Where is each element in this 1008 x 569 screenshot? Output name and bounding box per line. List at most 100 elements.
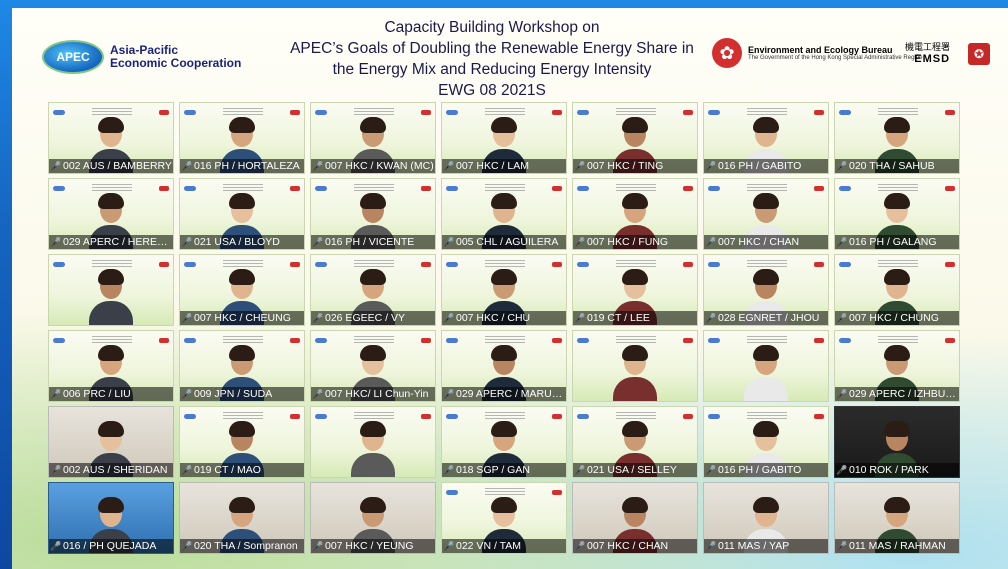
participant-video-tile[interactable] (310, 406, 436, 478)
emsd-logo: 機電工程署 EMSD (905, 40, 950, 65)
participant-video-tile[interactable]: 🎤 021 USA / BLOYD (179, 178, 305, 250)
participant-video-tile[interactable]: 🎤 007 HKC / CHAN (572, 482, 698, 554)
participant-video-tile[interactable]: 🎤 016 PH / HORTALEZA (179, 102, 305, 174)
participant-name: 026 EGEEC / VY (325, 312, 405, 324)
emsd-chinese-name: 機電工程署 (905, 42, 951, 52)
participant-video-tile[interactable]: 🎤 019 CT / LEE (572, 254, 698, 326)
participant-video-feed (744, 343, 788, 401)
participant-video-tile[interactable]: 🎤 007 HKC / CHEUNG (179, 254, 305, 326)
participant-video-tile[interactable]: 🎤 007 HKC / LAM (441, 102, 567, 174)
muted-mic-icon: 🎤 (705, 540, 717, 551)
participant-name-bar: 🎤 020 THA / Sompranon (180, 539, 304, 553)
participant-video-tile[interactable]: 🎤 007 HKC / CHU (441, 254, 567, 326)
title-line-4: EWG 08 2021S (438, 82, 546, 99)
participant-name-bar: 🎤 016 PH / GABITO (704, 463, 828, 477)
participant-video-tile[interactable]: 🎤 010 ROK / PARK (834, 406, 960, 478)
participant-video-tile[interactable]: 🎤 020 THA / SAHUB (834, 102, 960, 174)
participant-name-bar: 🎤 029 APERC / IZHBULDI... (835, 387, 959, 401)
participant-video-tile[interactable]: 🎤 029 APERC / IZHBULDI... (834, 330, 960, 402)
participant-video-feed (613, 343, 657, 401)
muted-mic-icon: 🎤 (574, 540, 586, 551)
participant-video-tile[interactable]: 🎤 019 CT / MAO (179, 406, 305, 478)
apec-name-line2: Economic Cooperation (110, 56, 242, 70)
participant-name: 007 HKC / LAM (456, 160, 529, 172)
participant-name-bar: 🎤 007 HKC / YEUNG (311, 539, 435, 553)
title-line-3: the Energy Mix and Reducing Energy Inten… (332, 61, 652, 78)
participant-name: 011 MAS / YAP (718, 540, 790, 552)
participant-name: 007 HKC / CHEUNG (194, 312, 291, 324)
participant-name: 011 MAS / RAHMAN (849, 540, 946, 552)
participant-name-bar: 🎤 007 HKC / CHEUNG (180, 311, 304, 325)
muted-mic-icon: 🎤 (574, 160, 586, 171)
participant-video-tile[interactable]: 🎤 020 THA / Sompranon (179, 482, 305, 554)
participant-video-tile[interactable]: 🎤 016 PH / GALANG (834, 178, 960, 250)
participant-video-tile[interactable]: 🎤 018 SGP / GAN (441, 406, 567, 478)
participant-name-bar: 🎤 007 HKC / CHAN (573, 539, 697, 553)
participant-name-bar: 🎤 011 MAS / RAHMAN (835, 539, 959, 553)
participant-name: 021 USA / BLOYD (194, 236, 280, 248)
muted-mic-icon: 🎤 (574, 464, 586, 475)
participant-name-bar: 🎤 002 AUS / SHERIDAN (49, 463, 173, 477)
participant-video-tile[interactable]: 🎤 007 HKC / TING (572, 102, 698, 174)
participant-name-bar: 🎤 011 MAS / YAP (704, 539, 828, 553)
participant-video-tile[interactable]: 🎤 016 / PH QUEJADA (48, 482, 174, 554)
participant-video-tile[interactable]: 🎤 029 APERC / HEREDIA (48, 178, 174, 250)
participant-name: 022 VN / TAM (456, 540, 521, 552)
eeb-logo: ✿ Environment and Ecology Bureau The Gov… (712, 38, 922, 68)
participant-name: 029 APERC / HEREDIA (63, 236, 174, 248)
participant-video-tile[interactable]: 🎤 005 CHL / AGUILERA (441, 178, 567, 250)
participant-video-grid: 🎤 002 AUS / BAMBERRY 🎤 016 PH / HORTALEZA 🎤 0… (48, 102, 960, 554)
muted-mic-icon: 🎤 (312, 312, 324, 323)
participant-video-tile[interactable]: 🎤 028 EGNRET / JHOU (703, 254, 829, 326)
muted-mic-icon: 🎤 (50, 388, 62, 399)
participant-video-tile[interactable]: 🎤 007 HKC / KWAN (MC) (310, 102, 436, 174)
muted-mic-icon: 🎤 (574, 236, 586, 247)
muted-mic-icon: 🎤 (705, 464, 717, 475)
participant-name: 018 SGP / GAN (456, 464, 530, 476)
participant-name-bar: 🎤 002 AUS / BAMBERRY (49, 159, 173, 173)
participant-name-bar: 🎤 009 JPN / SUDA (180, 387, 304, 401)
participant-video-tile[interactable]: 🎤 007 HKC / CHAN (703, 178, 829, 250)
muted-mic-icon: 🎤 (181, 312, 193, 323)
participant-video-tile[interactable]: 🎤 007 HKC/ LI Chun-Yin (310, 330, 436, 402)
participant-video-tile[interactable]: 🎤 016 PH / GABITO (703, 102, 829, 174)
participant-name-bar: 🎤 019 CT / LEE (573, 311, 697, 325)
participant-video-tile[interactable]: 🎤 011 MAS / YAP (703, 482, 829, 554)
participant-video-tile[interactable]: 🎤 002 AUS / SHERIDAN (48, 406, 174, 478)
workshop-title: Capacity Building Workshop on APEC’s Goa… (252, 17, 732, 101)
participant-video-tile[interactable] (572, 330, 698, 402)
participant-name-bar: 🎤 007 HKC / LAM (442, 159, 566, 173)
participant-video-tile[interactable] (703, 330, 829, 402)
participant-name-bar: 🎤 019 CT / MAO (180, 463, 304, 477)
participant-name: 007 HKC / CHAN (587, 540, 669, 552)
participant-name: 007 HKC / KWAN (MC) (325, 160, 434, 172)
participant-name: 016 / PH QUEJADA (63, 540, 157, 552)
participant-video-tile[interactable]: 🎤 029 APERC / MARUKA... (441, 330, 567, 402)
participant-name: 007 HKC / FUNG (587, 236, 669, 248)
participant-video-tile[interactable]: 🎤 007 HKC / CHUNG (834, 254, 960, 326)
title-line-2: APEC’s Goals of Doubling the Renewable E… (290, 40, 694, 57)
muted-mic-icon: 🎤 (705, 236, 717, 247)
participant-video-tile[interactable]: 🎤 009 JPN / SUDA (179, 330, 305, 402)
participant-video-tile[interactable]: 🎤 011 MAS / RAHMAN (834, 482, 960, 554)
participant-video-tile[interactable]: 🎤 007 HKC / FUNG (572, 178, 698, 250)
participant-video-tile[interactable]: 🎤 006 PRC / LIU (48, 330, 174, 402)
muted-mic-icon: 🎤 (443, 540, 455, 551)
participant-video-tile[interactable]: 🎤 026 EGEEC / VY (310, 254, 436, 326)
participant-video-tile[interactable]: 🎤 007 HKC / YEUNG (310, 482, 436, 554)
participant-video-tile[interactable]: 🎤 016 PH / GABITO (703, 406, 829, 478)
participant-video-tile[interactable]: 🎤 022 VN / TAM (441, 482, 567, 554)
participant-name-bar: 🎤 022 VN / TAM (442, 539, 566, 553)
participant-name-bar: 🎤 007 HKC / CHU (442, 311, 566, 325)
participant-name-bar: 🎤 010 ROK / PARK (835, 463, 959, 477)
emsd-english-name: EMSD (914, 53, 951, 65)
muted-mic-icon: 🎤 (836, 236, 848, 247)
participant-video-tile[interactable]: 🎤 016 PH / VICENTE (310, 178, 436, 250)
participant-video-tile[interactable]: 🎤 002 AUS / BAMBERRY (48, 102, 174, 174)
participant-video-tile[interactable]: 🎤 021 USA / SELLEY (572, 406, 698, 478)
muted-mic-icon: 🎤 (50, 464, 62, 475)
participant-name-bar: 🎤 007 HKC / CHUNG (835, 311, 959, 325)
apec-badge: APEC (42, 40, 104, 74)
participant-name-bar: 🎤 006 PRC / LIU (49, 387, 173, 401)
participant-video-tile[interactable] (48, 254, 174, 326)
